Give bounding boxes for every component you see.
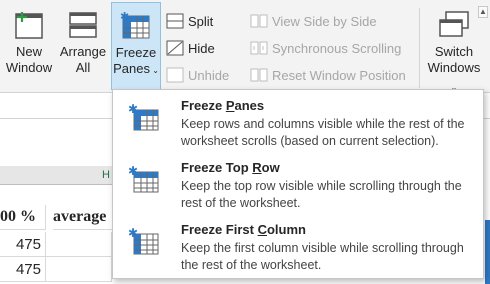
arrange-all-label-1: Arrange — [59, 44, 107, 59]
svg-text:✱: ✱ — [128, 102, 138, 116]
new-window-label-1: New — [15, 44, 42, 59]
column-header-h[interactable]: H — [46, 166, 112, 185]
menu-item-description: Keep rows and columns visible while the … — [181, 117, 465, 148]
split-button[interactable]: Split — [166, 10, 213, 32]
ribbon-scroll-up-icon[interactable]: ▲ — [478, 6, 488, 18]
arrange-all-button[interactable]: Arrange All — [57, 2, 109, 90]
dropdown-caret-icon: ⌄ — [149, 66, 159, 75]
view-ribbon: New Window Arrange All ✱ Freeze Panes ⌄ … — [0, 0, 490, 93]
hide-icon — [166, 40, 184, 56]
synchronous-scrolling-label: Synchronous Scrolling — [272, 40, 402, 56]
svg-text:✱: ✱ — [120, 11, 129, 23]
split-label: Split — [188, 13, 214, 29]
cell-header-left[interactable]: 00 % — [0, 205, 46, 230]
view-side-by-side-label: View Side by Side — [272, 13, 377, 29]
new-window-button[interactable]: New Window — [4, 2, 54, 90]
reset-window-icon — [250, 68, 268, 82]
arrange-all-label-2: All — [75, 60, 91, 75]
switch-windows-label-text: Windows — [427, 60, 481, 75]
unhide-icon — [166, 67, 184, 83]
switch-windows-icon — [439, 11, 469, 37]
cell-value[interactable]: 475 — [0, 257, 46, 282]
menu-item-title: Freeze Panes — [181, 98, 265, 113]
cell-empty[interactable] — [46, 232, 112, 257]
new-window-label-2: Window — [5, 60, 53, 75]
freeze-top-row-icon: ✱ — [128, 164, 159, 193]
freeze-panes-icon: ✱ — [128, 102, 159, 131]
sync-scroll-icon — [250, 41, 268, 55]
unhide-button[interactable]: Unhide — [166, 64, 229, 86]
menu-item-freeze-panes[interactable]: ✱ Freeze Panes Keep rows and columns vis… — [114, 92, 482, 154]
ribbon-separator — [419, 8, 420, 88]
menu-item-freeze-top-row[interactable]: ✱ Freeze Top Row Keep the top row visibl… — [114, 154, 482, 216]
hide-label: Hide — [188, 40, 215, 56]
side-by-side-icon — [250, 14, 268, 28]
freeze-panes-label-2: Panes ⌄ — [112, 61, 160, 79]
new-window-icon — [15, 12, 43, 39]
synchronous-scrolling-button[interactable]: Synchronous Scrolling — [250, 37, 401, 59]
freeze-panes-icon: ✱ — [120, 11, 150, 39]
access-key: C — [257, 222, 267, 237]
freeze-panes-label-1: Freeze — [115, 45, 157, 60]
view-side-by-side-button[interactable]: View Side by Side — [250, 10, 377, 32]
selected-fill — [485, 220, 490, 284]
menu-item-title: Freeze First Column — [181, 222, 306, 237]
unhide-label: Unhide — [188, 67, 230, 83]
cell-value[interactable]: 475 — [0, 232, 46, 257]
column-header[interactable] — [0, 166, 46, 185]
cell-empty[interactable] — [46, 257, 112, 282]
reset-window-position-button[interactable]: Reset Window Position — [250, 64, 406, 86]
split-icon — [166, 13, 184, 29]
svg-text:✱: ✱ — [128, 226, 138, 240]
menu-item-title: Freeze Top Row — [181, 160, 280, 175]
switch-windows-button[interactable]: Switch Windows ⌄ — [424, 2, 484, 92]
freeze-panes-menu: ✱ Freeze Panes Keep rows and columns vis… — [112, 89, 484, 279]
freeze-first-column-icon: ✱ — [128, 226, 159, 255]
access-key: R — [252, 160, 262, 175]
arrange-all-icon — [69, 12, 97, 38]
switch-windows-label-1: Switch — [434, 44, 474, 59]
menu-item-description: Keep the first column visible while scro… — [181, 241, 464, 272]
svg-text:✱: ✱ — [128, 164, 138, 178]
freeze-panes-button[interactable]: ✱ Freeze Panes ⌄ — [111, 2, 161, 90]
menu-item-description: Keep the top row visible while scrolling… — [181, 179, 462, 210]
hide-button[interactable]: Hide — [166, 37, 215, 59]
access-key: P — [225, 98, 235, 113]
reset-window-position-label: Reset Window Position — [272, 67, 406, 83]
cell-header-average[interactable]: average — [53, 205, 113, 230]
freeze-panes-label-text: Panes — [113, 61, 150, 76]
menu-item-freeze-first-column[interactable]: ✱ Freeze First Column Keep the first col… — [114, 216, 482, 278]
